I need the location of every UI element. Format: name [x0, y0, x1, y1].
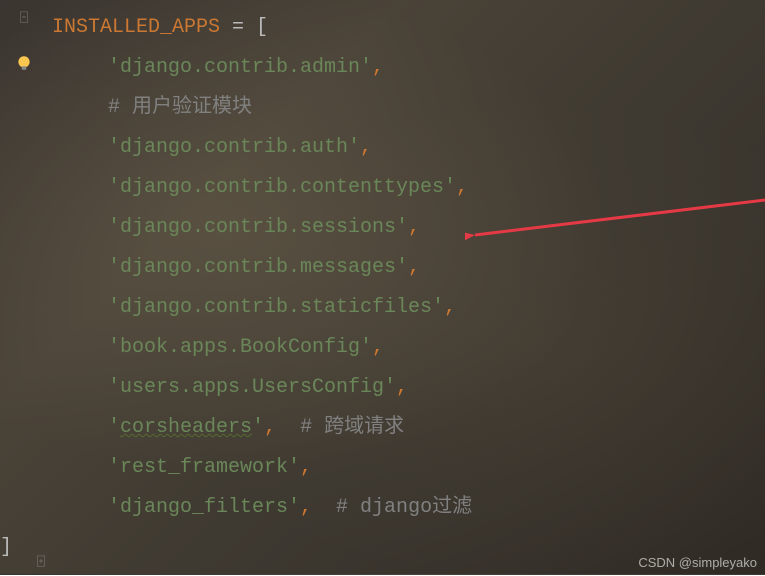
watermark-text: CSDN @simpleyako — [638, 555, 757, 570]
string-literal: 'django.contrib.messages' — [108, 256, 408, 279]
string-literal: 'django.contrib.sessions' — [108, 216, 408, 239]
code-line: 'django.contrib.admin', — [52, 48, 757, 88]
string-literal: 'django.contrib.contenttypes' — [108, 176, 456, 199]
string-literal: 'django.contrib.admin' — [108, 56, 372, 79]
comment: # 用户验证模块 — [108, 96, 252, 119]
string-literal: 'rest_framework' — [108, 456, 300, 479]
code-line: 'corsheaders', # 跨域请求 — [52, 408, 757, 448]
fold-expand-icon[interactable] — [34, 552, 48, 566]
comma: , — [444, 296, 456, 319]
code-line: 'django.contrib.messages', — [52, 248, 757, 288]
comma: , — [264, 416, 276, 439]
code-line: 'users.apps.UsersConfig', — [52, 368, 757, 408]
inline-comment: # django过滤 — [312, 496, 472, 519]
string-literal: 'users.apps.UsersConfig' — [108, 376, 396, 399]
string-literal: 'django.contrib.staticfiles' — [108, 296, 444, 319]
code-area[interactable]: INSTALLED_APPS = [ 'django.contrib.admin… — [52, 8, 757, 568]
variable-name: INSTALLED_APPS — [52, 16, 220, 39]
editor-gutter — [0, 0, 48, 574]
code-line: 'django_filters', # django过滤 — [52, 488, 757, 528]
code-line: 'django.contrib.sessions', — [52, 208, 757, 248]
string-literal: 'django.contrib.auth' — [108, 136, 360, 159]
inline-comment: # 跨域请求 — [276, 416, 404, 439]
code-line: # 用户验证模块 — [52, 88, 757, 128]
string-literal: 'corsheaders' — [108, 416, 264, 439]
code-line: 'rest_framework', — [52, 448, 757, 488]
code-line: 'django.contrib.contenttypes', — [52, 168, 757, 208]
comma: , — [372, 336, 384, 359]
comma: , — [396, 376, 408, 399]
string-literal: 'django_filters' — [108, 496, 300, 519]
comma: , — [300, 496, 312, 519]
comma: , — [408, 256, 420, 279]
code-line: 'book.apps.BookConfig', — [52, 328, 757, 368]
comma: , — [456, 176, 468, 199]
declaration-line: INSTALLED_APPS = [ — [52, 8, 757, 48]
code-line: 'django.contrib.staticfiles', — [52, 288, 757, 328]
closing-bracket: ] — [0, 536, 12, 559]
lightbulb-icon[interactable] — [15, 54, 33, 72]
comma: , — [372, 56, 384, 79]
comma: , — [300, 456, 312, 479]
string-literal: 'book.apps.BookConfig' — [108, 336, 372, 359]
code-line: 'django.contrib.auth', — [52, 128, 757, 168]
comma: , — [360, 136, 372, 159]
comma: , — [408, 216, 420, 239]
fold-collapse-icon[interactable] — [17, 8, 31, 22]
